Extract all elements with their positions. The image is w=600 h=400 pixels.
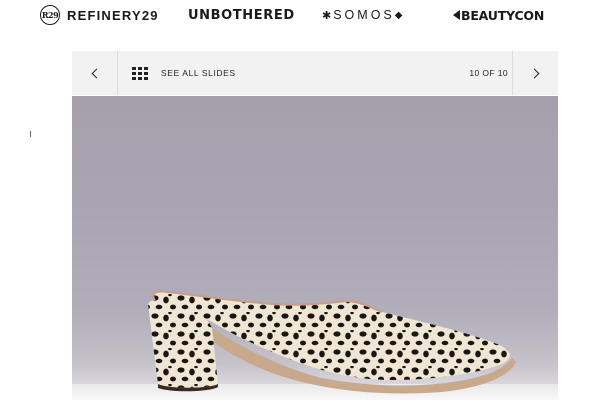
somos-label: SOMOS (333, 8, 395, 22)
unbothered-label: UNBOTHERED (188, 7, 295, 23)
refinery29-label: REFINERY29 (67, 7, 159, 23)
previous-slide-button[interactable] (72, 51, 118, 95)
unbothered-link[interactable]: UNBOTHERED (188, 4, 295, 26)
grid-icon (132, 66, 148, 80)
slide-image (72, 96, 558, 400)
somos-link[interactable]: ✱ SOMOS ◆ (322, 4, 402, 26)
chevron-right-icon (529, 68, 539, 78)
refinery29-link[interactable]: R29 REFINERY29 (40, 4, 159, 26)
chevron-left-icon (91, 68, 101, 78)
edge-mark (30, 131, 31, 137)
beautycon-link[interactable]: BEAUTYCON (453, 4, 544, 26)
see-all-slides-button[interactable]: SEE ALL SLIDES (132, 51, 236, 95)
beautycon-arrow-icon (453, 10, 460, 20)
star-icon: ✱ (322, 9, 332, 22)
leopard-mule-shoe-image (72, 290, 558, 400)
see-all-slides-label: SEE ALL SLIDES (161, 68, 236, 78)
next-slide-button[interactable] (512, 51, 558, 95)
beautycon-label: BEAUTYCON (461, 7, 545, 23)
refinery29-logo-icon: R29 (40, 5, 60, 25)
diamond-icon: ◆ (394, 9, 403, 21)
brand-bar: R29 REFINERY29 UNBOTHERED ✱ SOMOS ◆ BEAU… (0, 0, 600, 32)
slide-counter: 10 OF 10 (469, 68, 508, 78)
slideshow-nav: SEE ALL SLIDES 10 OF 10 (72, 51, 558, 95)
